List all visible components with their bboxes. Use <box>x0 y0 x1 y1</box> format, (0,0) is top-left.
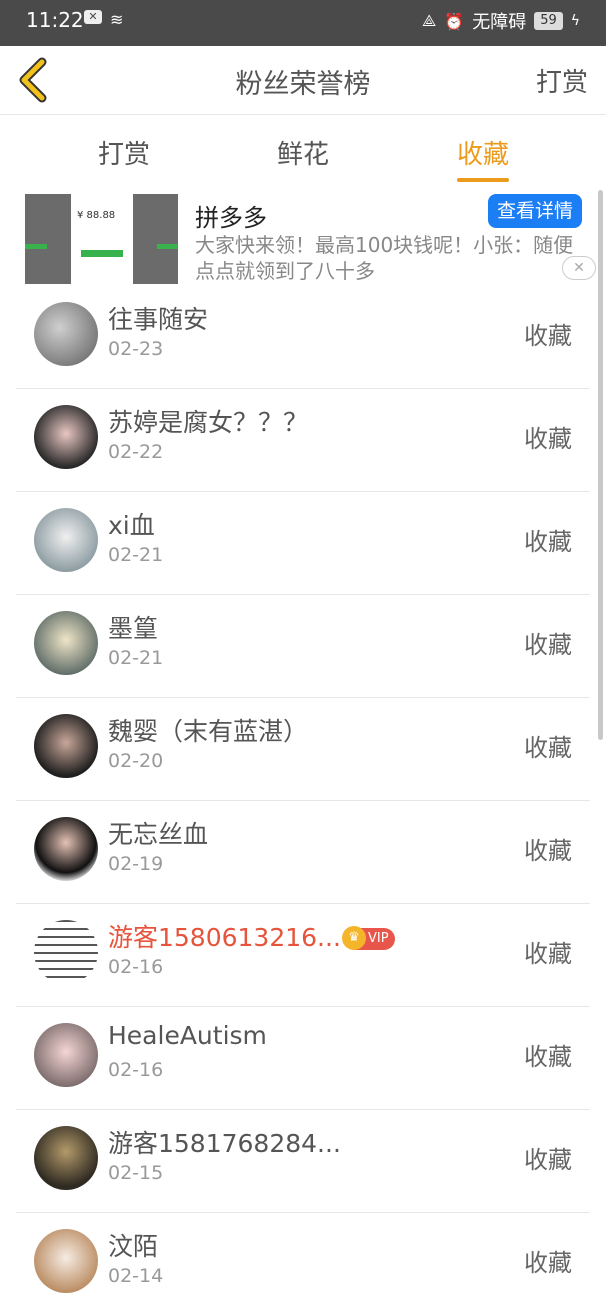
fan-name: 汶陌 <box>108 1232 159 1261</box>
battery-icon: 59 <box>534 12 563 30</box>
close-icon: ✕ <box>573 260 585 276</box>
ad-thumbnail: ¥ 88.88 <box>25 194 178 284</box>
fan-action-type: 收藏 <box>524 1043 572 1071</box>
ad-view-details-button[interactable]: 查看详情 <box>488 194 582 228</box>
avatar <box>34 1126 98 1190</box>
app-bar: 粉丝荣誉榜 打赏 <box>0 46 606 115</box>
tab-favorites[interactable]: 收藏 <box>457 134 509 171</box>
fan-row[interactable]: 汶陌 02-14 收藏 <box>16 1213 590 1315</box>
crown-icon: ♛ <box>342 926 366 950</box>
fan-row[interactable]: 往事随安 02-23 收藏 <box>16 286 590 389</box>
active-tab-indicator <box>457 178 509 182</box>
status-time: 11:22 <box>26 8 84 32</box>
avatar <box>34 302 98 366</box>
avatar <box>34 714 98 778</box>
wifi-icon: ≋ <box>110 10 124 29</box>
tab-bar: 打赏 鲜花 收藏 <box>0 114 606 187</box>
alarm-icon: ⏰ <box>444 11 465 31</box>
fan-date: 02-16 <box>108 956 164 978</box>
fan-row[interactable]: 墨篁 02-21 收藏 <box>16 595 590 698</box>
fan-action-type: 收藏 <box>524 734 572 762</box>
accessibility-label: 无障碍 <box>472 12 527 33</box>
page-title: 粉丝荣誉榜 <box>235 69 371 100</box>
fan-action-type: 收藏 <box>524 425 572 453</box>
fan-name: 墨篁 <box>108 614 159 643</box>
scrollbar[interactable] <box>598 190 603 740</box>
reward-button[interactable]: 打赏 <box>536 62 588 99</box>
notification-x-icon: ✕ <box>84 10 102 24</box>
ad-banner[interactable]: ¥ 88.88 拼多多 大家快来领！最高100块钱呢！小张：随便点点就领到了八十… <box>0 186 606 286</box>
accessibility-icon: ⟁ <box>422 11 437 30</box>
fan-date: 02-23 <box>108 338 164 360</box>
fan-date: 02-15 <box>108 1162 164 1184</box>
fan-date: 02-16 <box>108 1059 164 1081</box>
avatar <box>34 1229 98 1293</box>
fan-name: 苏婷是腐女？？？ <box>108 408 309 437</box>
charging-icon: ϟ <box>570 13 580 29</box>
fan-row[interactable]: 苏婷是腐女？？？ 02-22 收藏 <box>16 389 590 492</box>
fan-name: 游客1581768284... <box>108 1129 341 1158</box>
fan-name: 魏婴（末有蓝湛） <box>108 717 309 746</box>
avatar <box>34 1023 98 1087</box>
fan-action-type: 收藏 <box>524 1249 572 1277</box>
fan-action-type: 收藏 <box>524 940 572 968</box>
fan-date: 02-21 <box>108 647 164 669</box>
avatar <box>34 405 98 469</box>
ad-close-button[interactable]: ✕ <box>562 256 596 280</box>
vip-badge: ♛ VIP <box>342 926 395 950</box>
fan-date: 02-22 <box>108 441 164 463</box>
fan-row[interactable]: 游客1581768284... 02-15 收藏 <box>16 1110 590 1213</box>
avatar <box>34 920 98 984</box>
fan-name: 无忘丝血 <box>108 820 209 849</box>
status-bar: 11:22 ✕ ≋ ⟁ ⏰ 无障碍 59 ϟ <box>0 0 606 46</box>
ad-thumb-amount: ¥ 88.88 <box>77 210 116 221</box>
fan-date: 02-21 <box>108 544 164 566</box>
fan-date: 02-20 <box>108 750 164 772</box>
fan-action-type: 收藏 <box>524 631 572 659</box>
fan-action-type: 收藏 <box>524 1146 572 1174</box>
ad-description: 大家快来领！最高100块钱呢！小张：随便点点就领到了八十多 <box>195 233 574 283</box>
fan-row[interactable]: HealeAutism 02-16 收藏 <box>16 1007 590 1110</box>
fan-name: xi血 <box>108 511 155 540</box>
fan-action-type: 收藏 <box>524 528 572 556</box>
fan-date: 02-19 <box>108 853 164 875</box>
avatar <box>34 508 98 572</box>
fan-action-type: 收藏 <box>524 837 572 865</box>
avatar <box>34 611 98 675</box>
avatar <box>34 817 98 881</box>
fan-row[interactable]: 游客1580613216... ♛ VIP 02-16 收藏 <box>16 904 590 1007</box>
fan-date: 02-14 <box>108 1265 164 1287</box>
fan-name: 往事随安 <box>108 305 209 334</box>
vip-label: VIP <box>368 931 389 946</box>
fan-row[interactable]: 无忘丝血 02-19 收藏 <box>16 801 590 904</box>
fan-name: HealeAutism <box>108 1021 267 1050</box>
tab-flowers[interactable]: 鲜花 <box>277 134 329 171</box>
tab-reward[interactable]: 打赏 <box>98 134 150 171</box>
fan-name: 游客1580613216... <box>108 923 341 952</box>
fan-action-type: 收藏 <box>524 322 572 350</box>
fan-row[interactable]: xi血 02-21 收藏 <box>16 492 590 595</box>
ad-title: 拼多多 <box>195 204 267 232</box>
fan-row[interactable]: 魏婴（末有蓝湛） 02-20 收藏 <box>16 698 590 801</box>
